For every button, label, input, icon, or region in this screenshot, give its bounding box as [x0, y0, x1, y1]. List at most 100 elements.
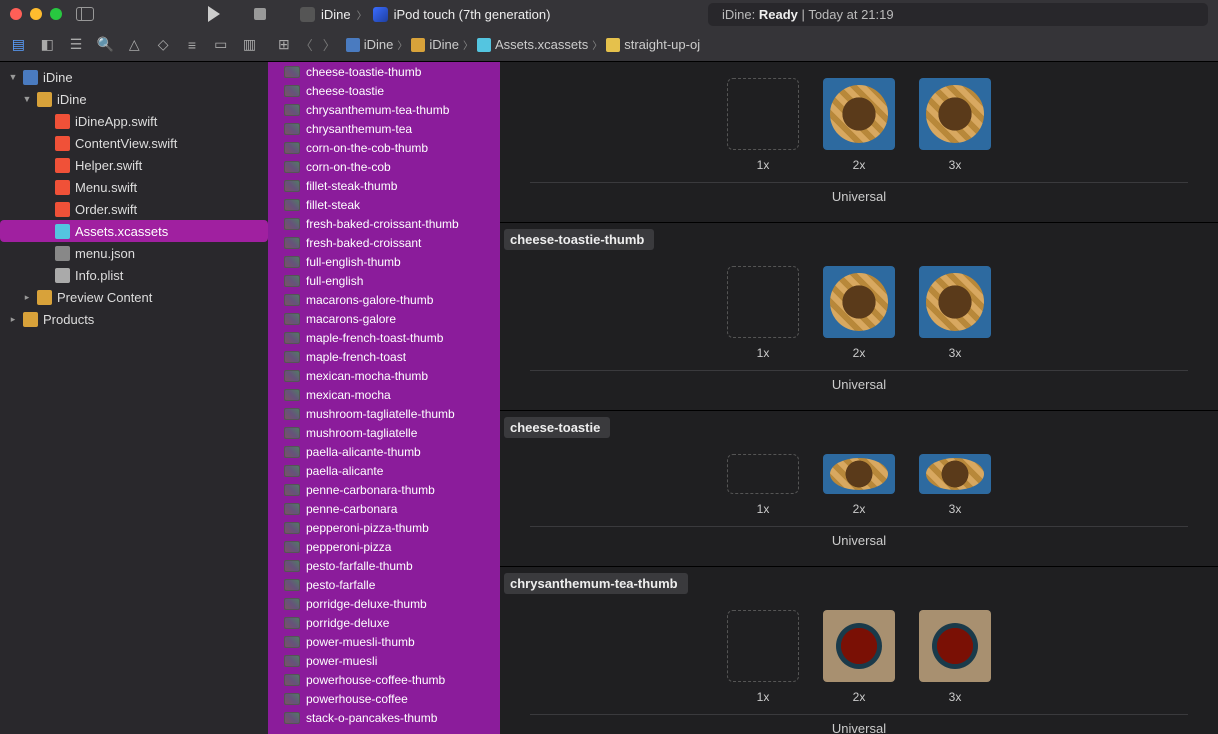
report-navigator-icon[interactable]: ▥: [241, 36, 258, 54]
source-control-navigator-icon[interactable]: ◧: [39, 36, 56, 54]
stop-button[interactable]: [254, 8, 266, 20]
toggle-navigator-icon[interactable]: [76, 7, 94, 21]
disclosure-triangle-icon[interactable]: ▼: [22, 94, 32, 104]
asset-list-item[interactable]: cheese-toastie-thumb: [268, 62, 500, 81]
asset-list-item[interactable]: mexican-mocha-thumb: [268, 366, 500, 385]
navigator-row[interactable]: Info.plist: [0, 264, 268, 286]
breadcrumb-label[interactable]: iDine: [364, 37, 394, 52]
empty-image-well[interactable]: [727, 266, 799, 338]
asset-list-item[interactable]: powerhouse-coffee: [268, 689, 500, 708]
navigator-row[interactable]: Order.swift: [0, 198, 268, 220]
asset-list-item[interactable]: corn-on-the-cob-thumb: [268, 138, 500, 157]
asset-image[interactable]: [823, 78, 895, 150]
scale-slot[interactable]: 2x: [823, 266, 895, 360]
navigator-row[interactable]: Helper.swift: [0, 154, 268, 176]
asset-image[interactable]: [919, 454, 991, 494]
asset-list-item[interactable]: mushroom-tagliatelle-thumb: [268, 404, 500, 423]
navigator-row[interactable]: Menu.swift: [0, 176, 268, 198]
scale-slot[interactable]: 2x: [823, 78, 895, 172]
asset-list-item[interactable]: pesto-farfalle: [268, 575, 500, 594]
navigator-row[interactable]: iDineApp.swift: [0, 110, 268, 132]
scale-slot[interactable]: 1x: [727, 610, 799, 704]
asset-canvas[interactable]: 1x2x3xUniversalcheese-toastie-thumb1x2x3…: [500, 62, 1218, 734]
run-button[interactable]: [208, 6, 220, 22]
back-button[interactable]: 〈: [300, 35, 313, 54]
forward-button[interactable]: 〉: [323, 35, 336, 54]
asset-list-item[interactable]: full-english: [268, 271, 500, 290]
navigator-row[interactable]: Assets.xcassets: [0, 220, 268, 242]
scale-slot[interactable]: 3x: [919, 610, 991, 704]
navigator-row[interactable]: ContentView.swift: [0, 132, 268, 154]
issue-navigator-icon[interactable]: △: [126, 36, 143, 54]
asset-image[interactable]: [919, 610, 991, 682]
asset-list-item[interactable]: maple-french-toast-thumb: [268, 328, 500, 347]
asset-group-title[interactable]: chrysanthemum-tea-thumb: [504, 573, 688, 594]
disclosure-triangle-icon[interactable]: ▼: [8, 72, 18, 82]
asset-list-item[interactable]: paella-alicante-thumb: [268, 442, 500, 461]
asset-list-item[interactable]: cheese-toastie: [268, 81, 500, 100]
disclosure-triangle-icon[interactable]: ▸: [8, 314, 18, 325]
zoom-window-button[interactable]: [50, 8, 62, 20]
asset-list-item[interactable]: penne-carbonara: [268, 499, 500, 518]
scale-slot[interactable]: 3x: [919, 78, 991, 172]
asset-list-item[interactable]: porridge-deluxe: [268, 613, 500, 632]
asset-image[interactable]: [823, 266, 895, 338]
scale-slot[interactable]: 1x: [727, 78, 799, 172]
asset-list-item[interactable]: full-english-thumb: [268, 252, 500, 271]
asset-list-item[interactable]: corn-on-the-cob: [268, 157, 500, 176]
asset-list-item[interactable]: fillet-steak: [268, 195, 500, 214]
asset-list-item[interactable]: pesto-farfalle-thumb: [268, 556, 500, 575]
scale-slot[interactable]: 2x: [823, 454, 895, 516]
related-items-icon[interactable]: ⊞: [278, 36, 290, 53]
navigator-row[interactable]: menu.json: [0, 242, 268, 264]
asset-list-item[interactable]: chrysanthemum-tea: [268, 119, 500, 138]
asset-list-item[interactable]: macarons-galore: [268, 309, 500, 328]
breadcrumb[interactable]: iDine〉iDine〉Assets.xcassets〉straight-up-…: [346, 37, 700, 52]
asset-list-item[interactable]: maple-french-toast: [268, 347, 500, 366]
asset-image[interactable]: [919, 78, 991, 150]
asset-list-item[interactable]: powerhouse-coffee-thumb: [268, 670, 500, 689]
asset-image[interactable]: [919, 266, 991, 338]
close-window-button[interactable]: [10, 8, 22, 20]
asset-list-item[interactable]: power-muesli: [268, 651, 500, 670]
test-navigator-icon[interactable]: ◇: [155, 36, 172, 54]
asset-list-item[interactable]: porridge-deluxe-thumb: [268, 594, 500, 613]
navigator-row[interactable]: ▼iDine: [0, 88, 268, 110]
asset-list-item[interactable]: power-muesli-thumb: [268, 632, 500, 651]
asset-group-title[interactable]: cheese-toastie-thumb: [504, 229, 654, 250]
debug-navigator-icon[interactable]: ≡: [184, 36, 201, 54]
asset-group-title[interactable]: cheese-toastie: [504, 417, 610, 438]
asset-list-item[interactable]: stack-o-pancakes-thumb: [268, 708, 500, 727]
breadcrumb-label[interactable]: straight-up-oj: [624, 37, 700, 52]
scale-slot[interactable]: 3x: [919, 454, 991, 516]
minimize-window-button[interactable]: [30, 8, 42, 20]
project-navigator-icon[interactable]: ▤: [10, 36, 27, 54]
navigator-row[interactable]: ▼iDine: [0, 66, 268, 88]
empty-image-well[interactable]: [727, 454, 799, 494]
asset-list[interactable]: cheese-toastie-thumbcheese-toastiechrysa…: [268, 62, 500, 734]
asset-list-item[interactable]: penne-carbonara-thumb: [268, 480, 500, 499]
asset-list-item[interactable]: paella-alicante: [268, 461, 500, 480]
asset-list-item[interactable]: mushroom-tagliatelle: [268, 423, 500, 442]
breadcrumb-label[interactable]: Assets.xcassets: [495, 37, 588, 52]
scale-slot[interactable]: 2x: [823, 610, 895, 704]
breadcrumb-label[interactable]: iDine: [429, 37, 459, 52]
scale-slot[interactable]: 1x: [727, 266, 799, 360]
breakpoint-navigator-icon[interactable]: ▭: [212, 36, 229, 54]
asset-list-item[interactable]: chrysanthemum-tea-thumb: [268, 100, 500, 119]
asset-list-item[interactable]: macarons-galore-thumb: [268, 290, 500, 309]
navigator-row[interactable]: ▸Products: [0, 308, 268, 330]
asset-list-item[interactable]: fillet-steak-thumb: [268, 176, 500, 195]
empty-image-well[interactable]: [727, 610, 799, 682]
find-navigator-icon[interactable]: 🔍: [96, 36, 113, 54]
scheme-selector[interactable]: iDine 〉 iPod touch (7th generation): [300, 7, 550, 22]
asset-list-item[interactable]: pepperoni-pizza-thumb: [268, 518, 500, 537]
scale-slot[interactable]: 1x: [727, 454, 799, 516]
navigator-row[interactable]: ▸Preview Content: [0, 286, 268, 308]
empty-image-well[interactable]: [727, 78, 799, 150]
symbol-navigator-icon[interactable]: ☰: [68, 36, 85, 54]
asset-image[interactable]: [823, 610, 895, 682]
asset-list-item[interactable]: fresh-baked-croissant: [268, 233, 500, 252]
asset-image[interactable]: [823, 454, 895, 494]
asset-list-item[interactable]: fresh-baked-croissant-thumb: [268, 214, 500, 233]
